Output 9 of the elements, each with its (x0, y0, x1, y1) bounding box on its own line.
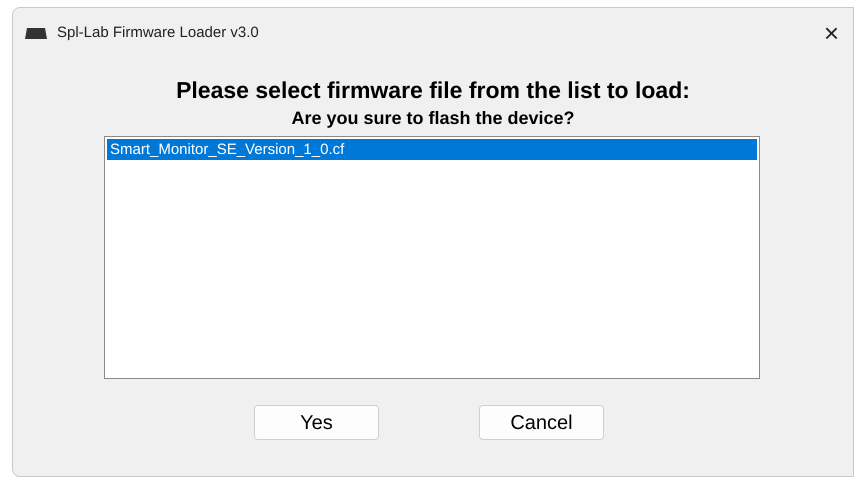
file-list[interactable]: Smart_Monitor_SE_Version_1_0.cf (104, 136, 760, 380)
app-icon (25, 27, 47, 39)
window-title: Spl-Lab Firmware Loader v3.0 (57, 22, 259, 43)
file-list-item[interactable]: Smart_Monitor_SE_Version_1_0.cf (107, 139, 757, 160)
close-button[interactable]: × (818, 20, 845, 46)
cancel-button[interactable]: Cancel (479, 405, 604, 440)
dialog-subheading: Are you sure to flash the device? (291, 106, 575, 130)
dialog-heading: Please select firmware file from the list to load: (176, 76, 690, 105)
yes-button[interactable]: Yes (254, 405, 379, 440)
